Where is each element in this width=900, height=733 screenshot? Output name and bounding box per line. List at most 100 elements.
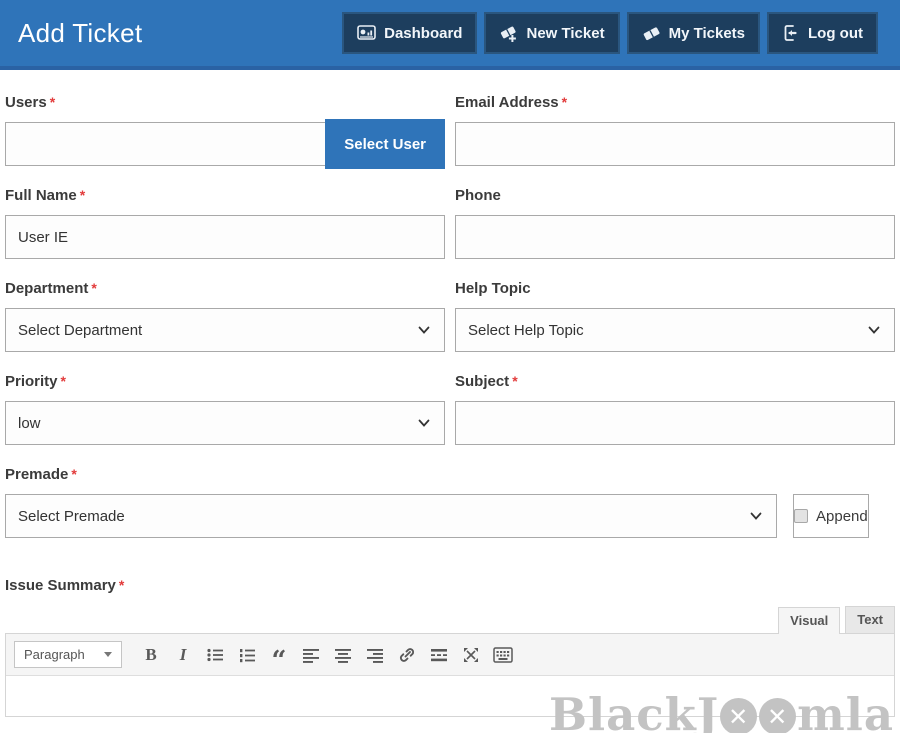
- bold-icon: B: [145, 645, 156, 665]
- phone-field-group: Phone: [455, 187, 895, 262]
- chevron-down-icon: [418, 417, 430, 429]
- email-label: Email Address*: [455, 94, 895, 111]
- subject-input[interactable]: [455, 401, 895, 445]
- email-input[interactable]: [455, 122, 895, 166]
- blockquote-button[interactable]: “: [264, 642, 294, 668]
- priority-label: Priority*: [5, 373, 445, 390]
- header-nav: Dashboard New Ticket: [342, 12, 878, 54]
- keyboard-shortcuts-button[interactable]: [488, 642, 518, 668]
- logout-button[interactable]: Log out: [767, 12, 878, 54]
- append-checkbox-box[interactable]: Append: [793, 494, 869, 538]
- department-field-group: Department* Select Department: [5, 280, 445, 355]
- page-title: Add Ticket: [18, 18, 142, 49]
- editor-toolbar: Paragraph B I “: [6, 634, 894, 676]
- insert-link-button[interactable]: [392, 642, 422, 668]
- help-topic-select-value: Select Help Topic: [468, 322, 584, 339]
- dashboard-icon: [357, 25, 376, 41]
- align-left-icon: [302, 646, 320, 664]
- users-input[interactable]: [5, 122, 325, 166]
- help-topic-field-group: Help Topic Select Help Topic: [455, 280, 895, 355]
- premade-label: Premade*: [5, 466, 895, 483]
- required-asterisk: *: [71, 466, 76, 482]
- align-right-button[interactable]: [360, 642, 390, 668]
- watermark-text-left: BlackJ: [549, 688, 719, 733]
- required-asterisk: *: [512, 373, 517, 389]
- department-label: Department*: [5, 280, 445, 297]
- chevron-down-icon: [750, 510, 762, 522]
- bullet-list-icon: [206, 646, 224, 664]
- help-topic-select[interactable]: Select Help Topic: [455, 308, 895, 352]
- department-select-value: Select Department: [18, 322, 142, 339]
- new-ticket-icon: [499, 24, 518, 42]
- required-asterisk: *: [61, 373, 66, 389]
- align-right-icon: [366, 646, 384, 664]
- premade-select-value: Select Premade: [18, 508, 125, 525]
- priority-select[interactable]: low: [5, 401, 445, 445]
- align-left-button[interactable]: [296, 642, 326, 668]
- new-ticket-button-label: New Ticket: [526, 25, 604, 42]
- chevron-down-icon: [868, 324, 880, 336]
- italic-icon: I: [180, 645, 187, 665]
- insert-more-tag-button[interactable]: [424, 642, 454, 668]
- numbered-list-icon: [238, 646, 256, 664]
- blackjoomla-watermark: BlackJ✕✕mla: [549, 688, 894, 733]
- department-select[interactable]: Select Department: [5, 308, 445, 352]
- priority-field-group: Priority* low: [5, 373, 445, 448]
- fullscreen-button[interactable]: [456, 642, 486, 668]
- full-name-field-group: Full Name*: [5, 187, 445, 262]
- tab-text[interactable]: Text: [845, 606, 895, 633]
- logout-icon: [782, 24, 800, 42]
- blockquote-icon: “: [272, 656, 287, 666]
- required-asterisk: *: [50, 94, 55, 110]
- full-name-label: Full Name*: [5, 187, 445, 204]
- help-topic-label: Help Topic: [455, 280, 895, 297]
- fullscreen-icon: [462, 646, 480, 664]
- dropdown-caret-icon: [104, 652, 112, 657]
- priority-select-value: low: [18, 415, 41, 432]
- add-ticket-form: Users* Select User Email Address* Full N…: [0, 70, 900, 717]
- append-label: Append: [816, 508, 868, 525]
- premade-field-group: Premade* Select Premade Append: [5, 466, 895, 541]
- more-tag-icon: [430, 646, 448, 664]
- users-field-group: Users* Select User: [5, 94, 445, 169]
- phone-label: Phone: [455, 187, 895, 204]
- dashboard-button-label: Dashboard: [384, 25, 462, 42]
- chevron-down-icon: [418, 324, 430, 336]
- tab-visual[interactable]: Visual: [778, 607, 840, 634]
- watermark-text-right: mla: [797, 688, 894, 733]
- issue-summary-label: Issue Summary*: [5, 577, 895, 594]
- italic-button[interactable]: I: [168, 642, 198, 668]
- header-bar: Add Ticket Dashboard: [0, 0, 900, 70]
- select-user-button[interactable]: Select User: [325, 119, 445, 169]
- required-asterisk: *: [119, 577, 124, 593]
- bold-button[interactable]: B: [136, 642, 166, 668]
- bullet-list-button[interactable]: [200, 642, 230, 668]
- premade-select[interactable]: Select Premade: [5, 494, 777, 538]
- align-center-button[interactable]: [328, 642, 358, 668]
- my-tickets-icon: [642, 25, 661, 42]
- joomla-logo-icon: ✕: [720, 698, 757, 733]
- keyboard-icon: [493, 647, 513, 663]
- link-icon: [398, 646, 416, 664]
- editor-mode-tabs: Visual Text: [5, 606, 895, 633]
- required-asterisk: *: [80, 187, 85, 203]
- logout-button-label: Log out: [808, 25, 863, 42]
- append-checkbox[interactable]: [794, 509, 808, 523]
- align-center-icon: [334, 646, 352, 664]
- numbered-list-button[interactable]: [232, 642, 262, 668]
- users-label: Users*: [5, 94, 445, 111]
- subject-label: Subject*: [455, 373, 895, 390]
- my-tickets-button[interactable]: My Tickets: [627, 12, 760, 54]
- full-name-input[interactable]: [5, 215, 445, 259]
- email-field-group: Email Address*: [455, 94, 895, 169]
- dashboard-button[interactable]: Dashboard: [342, 12, 477, 54]
- required-asterisk: *: [91, 280, 96, 296]
- subject-field-group: Subject*: [455, 373, 895, 448]
- paragraph-format-value: Paragraph: [24, 647, 85, 662]
- joomla-logo-icon: ✕: [759, 698, 796, 733]
- phone-input[interactable]: [455, 215, 895, 259]
- required-asterisk: *: [562, 94, 567, 110]
- new-ticket-button[interactable]: New Ticket: [484, 12, 619, 54]
- my-tickets-button-label: My Tickets: [669, 25, 745, 42]
- paragraph-format-dropdown[interactable]: Paragraph: [14, 641, 122, 668]
